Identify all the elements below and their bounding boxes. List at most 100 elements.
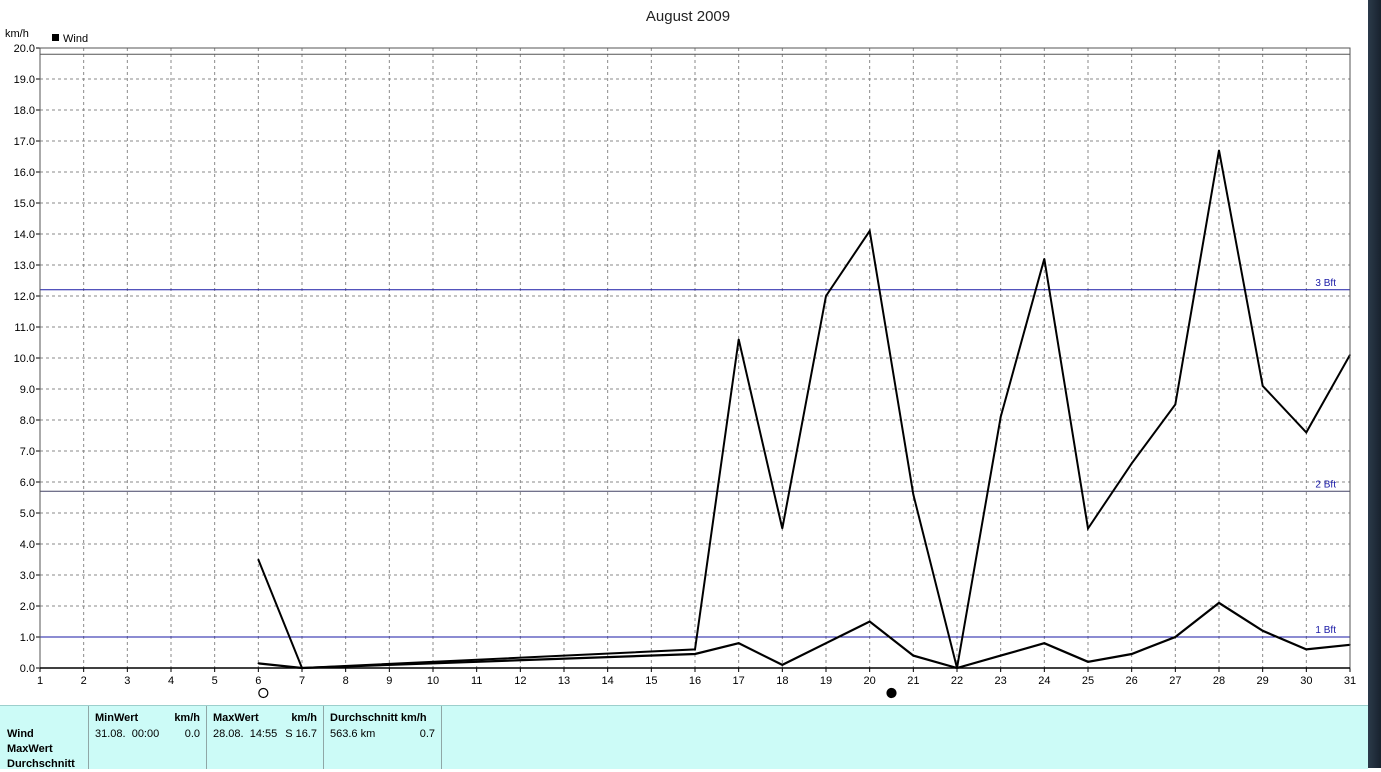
data-point-average bbox=[1174, 636, 1177, 638]
x-tick-label: 31 bbox=[1344, 675, 1356, 687]
data-point-average bbox=[868, 620, 871, 623]
y-tick-label: 3.0 bbox=[20, 570, 35, 582]
data-point-max bbox=[737, 338, 740, 341]
data-point-average bbox=[1043, 642, 1046, 644]
y-axis-label: km/h bbox=[5, 28, 29, 40]
data-point-average bbox=[825, 642, 827, 644]
data-point-max bbox=[1261, 385, 1264, 387]
y-tick-label: 11.0 bbox=[14, 322, 35, 334]
data-point-average bbox=[737, 642, 740, 644]
data-point-average bbox=[1305, 648, 1308, 651]
y-tick-label: 16.0 bbox=[14, 167, 35, 179]
max-date: 28.08. 14:55 bbox=[213, 728, 278, 740]
avg-header: Durchschnitt km/h bbox=[330, 712, 427, 724]
moon-new-icon bbox=[886, 687, 897, 699]
moon-full-icon bbox=[258, 687, 269, 699]
series bbox=[257, 149, 1351, 670]
x-tick-label: 22 bbox=[951, 675, 963, 687]
y-tick-label: 12.0 bbox=[14, 291, 35, 303]
max-header: MaxWert bbox=[213, 712, 259, 724]
y-tick-label: 13.0 bbox=[14, 260, 35, 272]
reference-line-label: 3 Bft bbox=[1315, 278, 1336, 289]
x-tick-label: 10 bbox=[427, 675, 439, 687]
x-tick-label: 18 bbox=[776, 675, 788, 687]
x-tick-label: 19 bbox=[820, 675, 832, 687]
data-point-max bbox=[257, 558, 260, 561]
x-tick-label: 14 bbox=[602, 675, 614, 687]
min-unit: km/h bbox=[174, 712, 200, 724]
x-tick-label: 26 bbox=[1126, 675, 1138, 687]
data-point-max bbox=[868, 230, 871, 232]
y-tick-label: 5.0 bbox=[20, 508, 35, 520]
y-tick-label: 9.0 bbox=[20, 384, 35, 396]
min-value: 0.0 bbox=[184, 728, 200, 740]
x-tick-label: 28 bbox=[1213, 675, 1225, 687]
x-tick-label: 27 bbox=[1169, 675, 1181, 687]
row-label-durchschnitt: Durchschnitt bbox=[7, 758, 75, 770]
data-point-average bbox=[912, 654, 915, 657]
avg-distance: 563.6 km bbox=[330, 728, 376, 740]
x-tick-label: 5 bbox=[212, 675, 218, 687]
chart-area: August 2009 km/h Wind 1 Bft 2 Bft 3 Bft 12… bbox=[0, 0, 1381, 705]
row-label-maxwert: MaxWert bbox=[7, 743, 53, 755]
avg-value-box: Durchschnitt km/h 563.6 km 0.7 bbox=[323, 706, 442, 769]
x-tick-label: 15 bbox=[645, 675, 657, 687]
y-tick-label: 8.0 bbox=[20, 415, 35, 427]
data-point-max bbox=[1305, 431, 1308, 434]
y-tick-label: 0.0 bbox=[20, 663, 35, 675]
y-tick-label: 7.0 bbox=[20, 446, 35, 458]
min-header: MinWert bbox=[95, 712, 139, 724]
y-tick-label: 2.0 bbox=[20, 601, 35, 613]
series-line-average bbox=[258, 601, 1351, 670]
data-point-max bbox=[1130, 462, 1133, 465]
max-unit: km/h bbox=[291, 712, 317, 724]
grid bbox=[40, 48, 1350, 668]
y-tick-label: 14.0 bbox=[14, 229, 35, 241]
data-point-max bbox=[999, 416, 1002, 418]
legend-swatch bbox=[52, 34, 59, 41]
chart-title: August 2009 bbox=[646, 8, 730, 25]
data-point-average bbox=[1130, 653, 1133, 655]
x-tick-label: 1 bbox=[37, 675, 43, 687]
y-tick-label: 20.0 bbox=[14, 43, 35, 55]
data-point-average bbox=[1087, 661, 1089, 663]
data-point-max bbox=[1087, 527, 1089, 530]
stats-row-labels: Wind MaxWert Durchschnitt bbox=[7, 727, 75, 772]
row-label-wind: Wind bbox=[7, 728, 34, 740]
stats-panel: Wind MaxWert Durchschnitt MinWert km/h 3… bbox=[0, 705, 1368, 772]
reference-lines: 1 Bft 2 Bft 3 Bft bbox=[40, 53, 1350, 638]
x-tick-label: 11 bbox=[471, 675, 482, 687]
x-tick-label: 8 bbox=[343, 675, 349, 687]
data-point-max bbox=[1218, 149, 1220, 152]
data-point-max bbox=[781, 527, 784, 530]
data-point-average bbox=[781, 664, 784, 666]
x-tick-label: 21 bbox=[907, 675, 919, 687]
data-point-max bbox=[912, 493, 915, 496]
wind-chart: August 2009 km/h Wind 1 Bft2 Bft3 Bft 12… bbox=[5, 8, 1356, 699]
x-tick-label: 6 bbox=[255, 675, 261, 687]
y-tick-label: 18.0 bbox=[14, 105, 35, 117]
y-tick-label: 15.0 bbox=[14, 198, 35, 210]
min-date: 31.08. 00:00 bbox=[95, 728, 160, 740]
x-tick-label: 9 bbox=[386, 675, 392, 687]
legend-entry-wind: Wind bbox=[63, 33, 88, 45]
y-tick-label: 1.0 bbox=[20, 632, 35, 644]
x-tick-label: 12 bbox=[514, 675, 526, 687]
data-point-max bbox=[825, 295, 827, 297]
max-value-box: MaxWert km/h 28.08. 14:55 S 16.7 bbox=[206, 706, 324, 769]
x-tick-label: 16 bbox=[689, 675, 701, 687]
data-point-average bbox=[999, 654, 1002, 657]
moon-phases bbox=[258, 687, 897, 699]
x-tick-label: 3 bbox=[124, 675, 130, 687]
y-tick-label: 19.0 bbox=[14, 74, 35, 86]
x-tick-label: 25 bbox=[1082, 675, 1094, 687]
x-tick-label: 29 bbox=[1257, 675, 1269, 687]
data-point-max bbox=[1043, 258, 1046, 260]
series-line-max bbox=[257, 150, 1351, 670]
y-tick-label: 17.0 bbox=[14, 136, 35, 148]
data-point-average bbox=[694, 653, 696, 655]
data-point-average bbox=[257, 662, 260, 665]
x-tick-label: 17 bbox=[733, 675, 745, 687]
y-tick-label: 6.0 bbox=[20, 477, 35, 489]
max-value: S 16.7 bbox=[285, 728, 317, 740]
